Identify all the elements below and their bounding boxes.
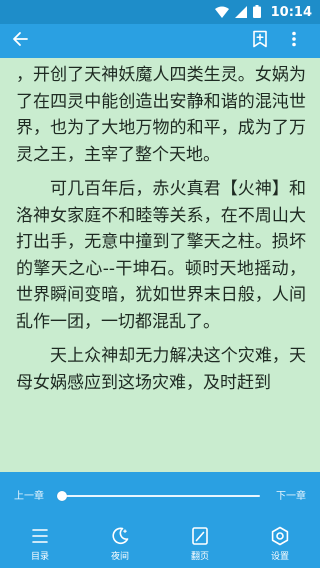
- page-edit-icon: [190, 526, 210, 546]
- back-button[interactable]: [6, 28, 34, 54]
- moon-icon: [110, 526, 130, 546]
- toolbar: [0, 24, 320, 58]
- menu-item-settings[interactable]: 设置: [240, 526, 320, 568]
- more-vertical-icon: [292, 31, 296, 51]
- progress-slider[interactable]: [57, 491, 260, 501]
- status-icons: 10:14: [214, 0, 312, 24]
- menu-item-label: 翻页: [190, 552, 209, 562]
- chapter-progress-row: 上一章 下一章: [0, 472, 320, 516]
- menu-item-page-turn[interactable]: 翻页: [160, 526, 240, 568]
- reading-area[interactable]: ，开创了天神妖魔人四类生灵。女娲为了在四灵中能创造出安静和谐的混沌世界，也为了大…: [0, 58, 320, 472]
- paragraph: 可几百年后，赤火真君【火神】和洛神女家庭不和睦等关系，在不周山大打出手，无意中撞…: [16, 179, 306, 332]
- paragraph: ，开创了天神妖魔人四类生灵。女娲为了在四灵中能创造出安静和谐的混沌世界，也为了大…: [16, 65, 306, 165]
- menu-item-label: 目录: [30, 552, 49, 562]
- status-bar: 10:14: [0, 0, 320, 24]
- bookmark-add-icon: [252, 30, 268, 52]
- reader-menu-panel: 上一章 下一章 目录 夜间 翻页 设置: [0, 472, 320, 568]
- status-time: 10:14: [270, 4, 312, 20]
- prev-chapter-button[interactable]: 上一章: [14, 487, 44, 502]
- gear-icon: [270, 526, 290, 546]
- menu-item-label: 夜间: [110, 552, 129, 562]
- battery-icon: [252, 3, 261, 22]
- menu-item-night[interactable]: 夜间: [80, 526, 160, 568]
- paragraph: 天上众神却无力解决这个灾难，天母女娲感应到这场灾难，及时赶到: [16, 346, 306, 393]
- menu-item-label: 设置: [270, 552, 289, 562]
- chapter-text: ，开创了天神妖魔人四类生灵。女娲为了在四灵中能创造出安静和谐的混沌世界，也为了大…: [16, 62, 306, 404]
- signal-icon: [234, 3, 247, 22]
- list-icon: [30, 526, 50, 546]
- menu-bar: 目录 夜间 翻页 设置: [0, 526, 320, 568]
- next-chapter-button[interactable]: 下一章: [276, 487, 306, 502]
- menu-item-catalog[interactable]: 目录: [0, 526, 80, 568]
- bookmark-button[interactable]: [246, 28, 274, 54]
- arrow-left-icon: [12, 31, 28, 51]
- progress-thumb[interactable]: [57, 491, 67, 501]
- wifi-icon: [214, 3, 229, 22]
- more-button[interactable]: [282, 28, 306, 54]
